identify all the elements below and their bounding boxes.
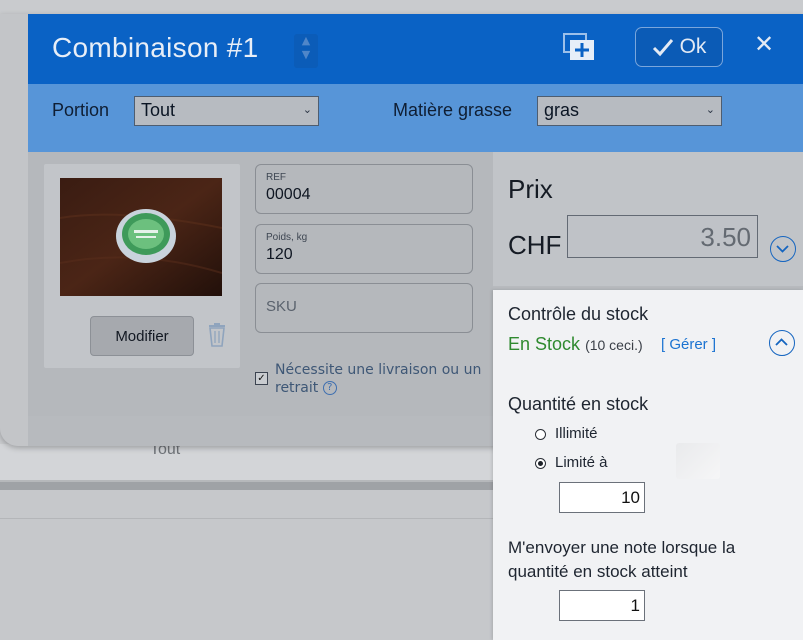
manage-stock-link[interactable]: [ Gérer ] — [661, 336, 716, 353]
stock-panel: Contrôle du stock En Stock (10 ceci.) [ … — [493, 290, 803, 640]
add-copy-icon — [563, 33, 594, 60]
checkmark-icon — [652, 39, 673, 57]
ref-label: REF — [266, 172, 286, 183]
close-icon[interactable]: ✕ — [754, 30, 774, 58]
add-combination-button[interactable] — [562, 32, 596, 64]
notify-label: M'envoyer une note lorsque la quantité e… — [508, 538, 736, 581]
modify-image-button[interactable]: Modifier — [90, 316, 194, 356]
stock-collapse-toggle[interactable] — [769, 330, 795, 356]
shipping-label-text: Nécessite une livraison ou un retrait — [275, 362, 482, 396]
stock-title: Contrôle du stock — [508, 304, 649, 324]
stepper-down-icon[interactable]: ▼ — [294, 48, 318, 62]
trash-icon[interactable] — [206, 322, 228, 348]
modal-title: Combinaison #1 — [52, 32, 259, 63]
chevron-down-icon: ⌄ — [705, 104, 715, 116]
stock-status: En Stock (10 ceci.) — [508, 334, 643, 355]
ok-button-label: Ok — [679, 35, 707, 58]
sku-placeholder: SKU — [266, 298, 297, 315]
fat-select[interactable]: gras ⌄ — [537, 96, 722, 126]
ok-button[interactable]: Ok — [635, 27, 723, 67]
price-title: Prix — [508, 174, 553, 204]
modal-edge — [0, 14, 28, 446]
fat-label: Matière grasse — [393, 100, 513, 120]
currency-label: CHF — [508, 230, 562, 260]
trash-glyph — [209, 323, 225, 347]
background-lower-area — [0, 490, 493, 640]
limited-label[interactable]: Limité à — [555, 454, 608, 471]
modify-button-label: Modifier — [115, 327, 169, 345]
cheese-photo — [60, 178, 222, 296]
stock-count: (10 ceci.) — [585, 337, 643, 353]
ref-value[interactable]: 00004 — [266, 186, 311, 204]
shipping-checkbox[interactable]: ✓ — [255, 372, 268, 385]
combination-stepper[interactable]: ▲ ▼ — [294, 34, 318, 68]
chevron-up-icon — [775, 338, 788, 346]
weight-field[interactable]: Poids, kg 120 — [255, 224, 473, 274]
fat-select-value: gras — [544, 100, 580, 120]
portion-select[interactable]: Tout ⌄ — [134, 96, 319, 126]
shipping-label: Nécessite une livraison ou un retrait ? — [275, 361, 487, 397]
price-input[interactable]: 3.50 — [567, 215, 758, 258]
product-photo — [60, 178, 222, 296]
help-icon[interactable]: ? — [322, 381, 337, 395]
product-image-card: Modifier — [44, 164, 240, 368]
price-panel: Prix CHF 3.50 — [493, 152, 803, 286]
limited-radio[interactable] — [535, 458, 546, 469]
background-divider — [0, 480, 493, 490]
portion-label: Portion — [52, 100, 110, 120]
weight-label: Poids, kg — [266, 232, 308, 243]
background-row — [0, 444, 493, 480]
ref-field[interactable]: REF 00004 — [255, 164, 473, 214]
unlimited-radio[interactable] — [535, 429, 546, 440]
portion-select-value: Tout — [141, 100, 176, 120]
product-details: Modifier REF 00004 Poids, kg 120 SKU ✓ N… — [28, 152, 493, 416]
chevron-down-icon: ⌄ — [302, 104, 312, 116]
unlimited-label[interactable]: Illimité — [555, 425, 598, 442]
stepper-up-icon[interactable]: ▲ — [294, 34, 318, 48]
stock-limit-input[interactable]: 10 — [559, 482, 645, 513]
notify-threshold-input[interactable]: 1 — [559, 590, 645, 621]
sku-field[interactable]: SKU — [255, 283, 473, 333]
quantity-title: Quantité en stock — [508, 394, 649, 414]
price-expand-toggle[interactable] — [770, 236, 796, 262]
options-bar: Portion Tout ⌄ Matière grasse gras ⌄ — [28, 84, 803, 152]
weight-value[interactable]: 120 — [266, 246, 293, 264]
chevron-down-icon — [776, 245, 789, 253]
modal-header: Combinaison #1 ▲ ▼ Ok ✕ — [28, 14, 803, 84]
background-line — [0, 518, 493, 519]
stock-status-text: En Stock — [508, 334, 581, 354]
decorative-box — [676, 443, 720, 479]
